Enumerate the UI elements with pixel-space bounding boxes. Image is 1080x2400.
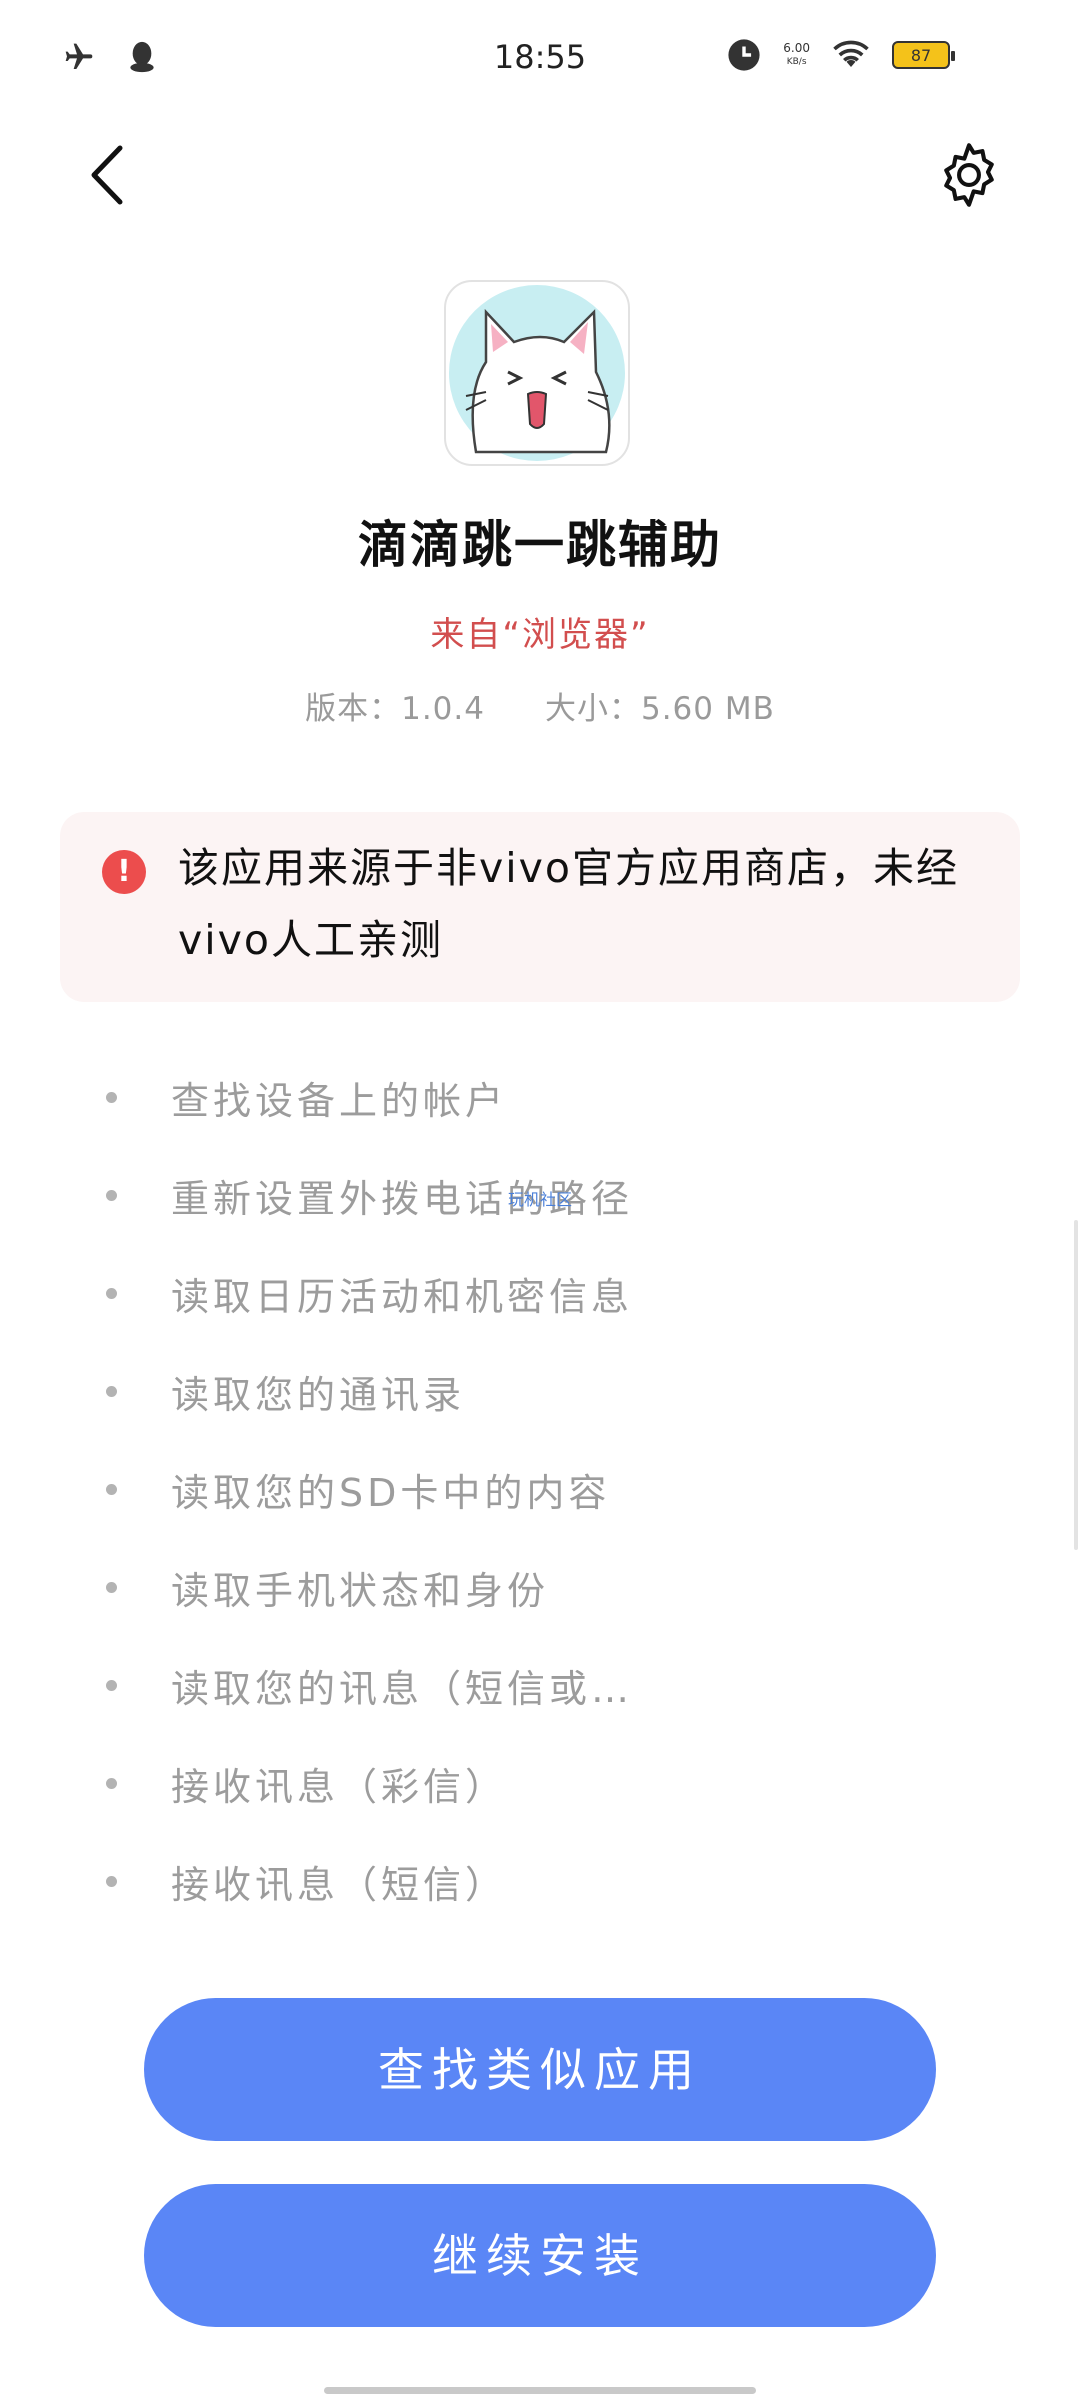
clock-icon [728, 39, 760, 71]
exclamation-icon: ! [102, 850, 146, 894]
watermark: 玩机社区 [508, 1190, 573, 1209]
wifi-icon [833, 40, 869, 67]
permission-item: 读取手机状态和身份 [0, 1538, 1080, 1636]
warning-text: 该应用来源于非vivo官方应用商店，未经vivo人工亲测 [178, 844, 960, 964]
permission-item: 接收讯息（彩信） [0, 1734, 1080, 1832]
bullet-icon [106, 1189, 117, 1201]
source-warning: ! 该应用来源于非vivo官方应用商店，未经vivo人工亲测 [60, 812, 1020, 1002]
permission-item: 读取您的SD卡中的内容 [0, 1440, 1080, 1538]
permission-item: 查找设备上的帐户 [0, 1048, 1080, 1146]
bullet-icon [106, 1679, 117, 1691]
continue-install-button[interactable]: 继续安装 [144, 2184, 936, 2327]
bullet-icon [106, 1875, 117, 1887]
app-size: 大小：5.60 MB [544, 691, 775, 727]
gear-icon [944, 143, 994, 207]
app-meta: 版本：1.0.4 大小：5.60 MB [0, 683, 1080, 728]
cat-icon [449, 285, 625, 461]
permission-item: 读取您的讯息（短信或… [0, 1636, 1080, 1734]
status-bar: 18:55 6.00 KB/s 87 [0, 0, 1080, 110]
permission-list: 查找设备上的帐户 重新设置外拨电话的路径 读取日历活动和机密信息 读取您的通讯录… [0, 1048, 1080, 1930]
install-screen: 18:55 6.00 KB/s 87 滴滴跳一跳辅助 来自“浏览器” 版本：1.… [0, 0, 1080, 2400]
permission-item: 接收讯息（短信） [0, 1832, 1080, 1930]
back-button[interactable] [80, 140, 140, 210]
scrollbar[interactable] [1074, 1220, 1078, 1550]
app-source: 来自“浏览器” [430, 615, 650, 655]
battery-icon: 87 [892, 41, 955, 69]
bullet-icon [106, 1581, 117, 1593]
home-indicator[interactable] [324, 2387, 756, 2394]
net-speed: 6.00 KB/s [783, 41, 810, 67]
bullet-icon [106, 1483, 117, 1495]
app-name: 滴滴跳一跳辅助 [358, 516, 722, 574]
bullet-icon [106, 1287, 117, 1299]
find-similar-button[interactable]: 查找类似应用 [144, 1998, 936, 2141]
permission-item: 读取日历活动和机密信息 [0, 1244, 1080, 1342]
permission-item: 读取您的通讯录 [0, 1342, 1080, 1440]
app-version: 版本：1.0.4 [305, 691, 485, 727]
settings-button[interactable] [934, 140, 1004, 210]
bullet-icon [106, 1091, 117, 1103]
bullet-icon [106, 1385, 117, 1397]
bullet-icon [106, 1777, 117, 1789]
app-icon [444, 280, 630, 466]
